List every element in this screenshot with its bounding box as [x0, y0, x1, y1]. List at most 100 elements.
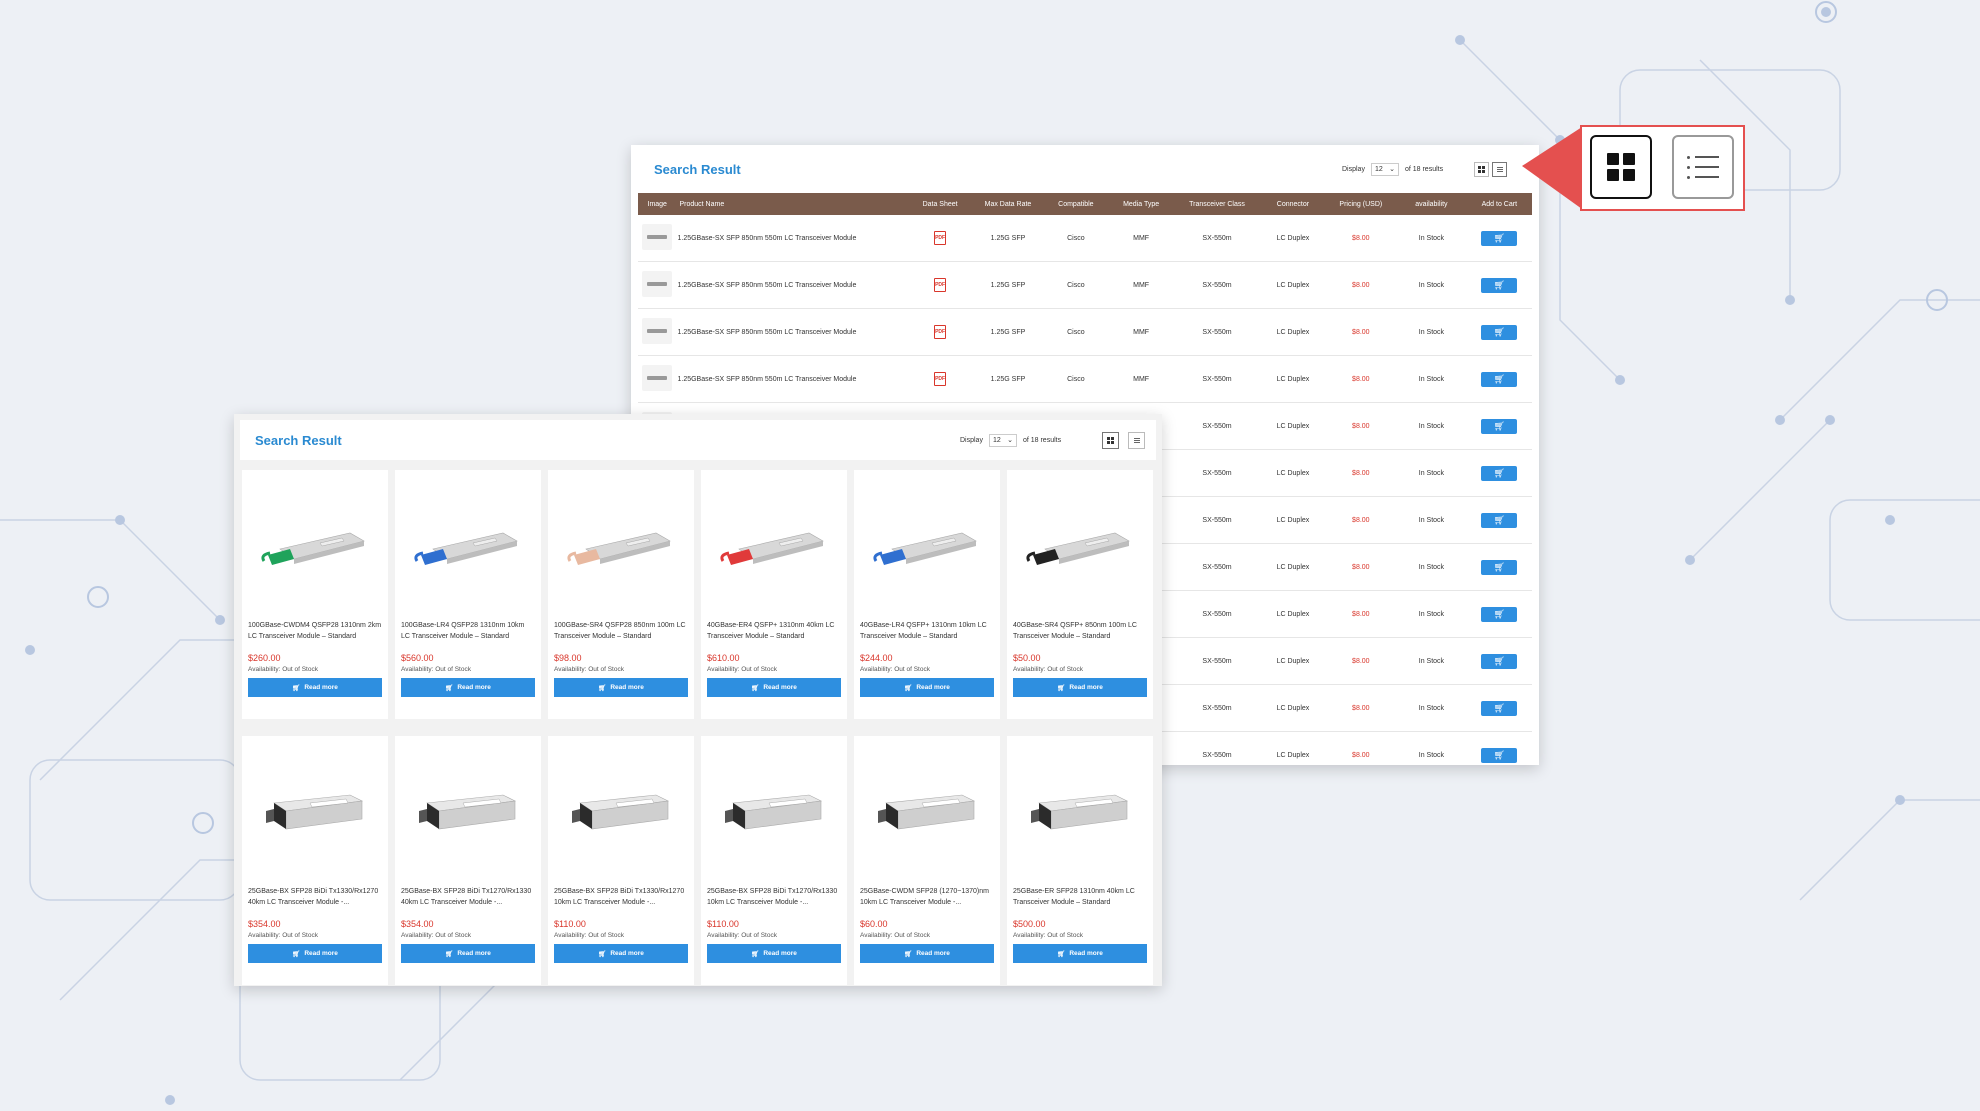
read-more-button[interactable]: 🛒︎ Read more — [707, 944, 841, 963]
table-header-row: Image Product Name Data Sheet Max Data Rate… — [638, 193, 1532, 215]
product-thumbnail-cell — [638, 355, 677, 403]
read-more-button[interactable]: 🛒︎ Read more — [248, 944, 382, 963]
product-price: $110.00 — [707, 919, 739, 929]
read-more-button[interactable]: 🛒︎ Read more — [554, 944, 688, 963]
connector: LC Duplex — [1260, 215, 1326, 262]
product-name[interactable]: 1.25GBase-SX SFP 850nm 550m LC Transceiv… — [676, 355, 908, 403]
product-image[interactable] — [1007, 736, 1153, 886]
product-name[interactable]: 25GBase-BX SFP28 BiDi Tx1330/Rx1270 10km… — [548, 886, 694, 914]
product-image[interactable] — [395, 470, 541, 620]
add-to-cart-button[interactable]: 🛒︎ — [1481, 700, 1518, 716]
product-card[interactable]: 100GBase-LR4 QSFP28 1310nm 10km LC Trans… — [395, 470, 541, 719]
product-image[interactable] — [854, 736, 1000, 886]
product-card[interactable]: 100GBase-SR4 QSFP28 850nm 100m LC Transc… — [548, 470, 694, 719]
cart-icon: 🛒︎ — [751, 950, 760, 958]
add-to-cart-button[interactable]: 🛒︎ — [1481, 371, 1518, 387]
pdf-icon[interactable]: PDF — [934, 372, 947, 386]
connector: LC Duplex — [1260, 308, 1326, 356]
product-name[interactable]: 25GBase-CWDM SFP28 (1270~1370)nm 10km LC… — [854, 886, 1000, 914]
product-thumbnail-cell — [638, 308, 677, 356]
add-to-cart-button[interactable]: 🛒︎ — [1481, 747, 1518, 763]
product-name[interactable]: 100GBase-CWDM4 QSFP28 1310nm 2km LC Tran… — [242, 620, 388, 648]
list-view-button[interactable] — [1128, 431, 1145, 449]
product-image[interactable] — [242, 736, 388, 886]
product-card[interactable]: 25GBase-BX SFP28 BiDi Tx1330/Rx1270 10km… — [548, 736, 694, 985]
read-more-button[interactable]: 🛒︎ Read more — [554, 678, 688, 697]
add-to-cart-button[interactable]: 🛒︎ — [1481, 653, 1518, 669]
product-image[interactable] — [1007, 470, 1153, 620]
availability: In Stock — [1396, 215, 1467, 262]
read-more-button[interactable]: 🛒︎ Read more — [860, 944, 994, 963]
product-availability: Availability: Out of Stock — [554, 666, 624, 673]
product-card[interactable]: 25GBase-BX SFP28 BiDi Tx1270/Rx1330 40km… — [395, 736, 541, 985]
product-card[interactable]: 40GBase-LR4 QSFP+ 1310nm 10km LC Transce… — [854, 470, 1000, 719]
add-to-cart-button[interactable]: 🛒︎ — [1481, 512, 1518, 528]
add-to-cart-button[interactable]: 🛒︎ — [1481, 559, 1518, 575]
product-image[interactable] — [701, 470, 847, 620]
read-more-button[interactable]: 🛒︎ Read more — [1013, 678, 1147, 697]
add-to-cart-cell: 🛒︎ — [1466, 590, 1532, 638]
product-card[interactable]: 100GBase-CWDM4 QSFP28 1310nm 2km LC Tran… — [242, 470, 388, 719]
pdf-icon[interactable]: PDF — [934, 231, 947, 245]
pdf-icon[interactable]: PDF — [934, 278, 947, 292]
cart-icon: 🛒︎ — [1493, 749, 1506, 760]
product-image[interactable] — [548, 736, 694, 886]
product-name[interactable]: 100GBase-LR4 QSFP28 1310nm 10km LC Trans… — [395, 620, 541, 648]
grid-view-icon — [1478, 165, 1485, 173]
read-more-button[interactable]: 🛒︎ Read more — [248, 678, 382, 697]
product-card[interactable]: 40GBase-ER4 QSFP+ 1310nm 40km LC Transce… — [701, 470, 847, 719]
product-image[interactable] — [854, 470, 1000, 620]
product-card[interactable]: 40GBase-SR4 QSFP+ 850nm 100m LC Transcei… — [1007, 470, 1153, 719]
grid-view-large-button[interactable] — [1590, 135, 1652, 199]
price: $8.00 — [1325, 308, 1397, 356]
product-name[interactable]: 1.25GBase-SX SFP 850nm 550m LC Transceiv… — [676, 308, 908, 356]
product-thumbnail[interactable] — [642, 318, 673, 344]
pdf-icon[interactable]: PDF — [934, 325, 947, 339]
product-thumbnail[interactable] — [642, 365, 673, 391]
display-count-select[interactable]: 12 ⌄ — [1370, 162, 1399, 176]
product-name[interactable]: 100GBase-SR4 QSFP28 850nm 100m LC Transc… — [548, 620, 694, 648]
product-name[interactable]: 40GBase-ER4 QSFP+ 1310nm 40km LC Transce… — [701, 620, 847, 648]
read-more-button[interactable]: 🛒︎ Read more — [401, 678, 535, 697]
product-name[interactable]: 1.25GBase-SX SFP 850nm 550m LC Transceiv… — [676, 261, 908, 309]
product-name[interactable]: 1.25GBase-SX SFP 850nm 550m LC Transceiv… — [676, 215, 908, 262]
read-more-button[interactable]: 🛒︎ Read more — [860, 678, 994, 697]
add-to-cart-button[interactable]: 🛒︎ — [1481, 324, 1518, 340]
product-image[interactable] — [395, 736, 541, 886]
product-card[interactable]: 25GBase-BX SFP28 BiDi Tx1270/Rx1330 10km… — [701, 736, 847, 985]
grid-view-button[interactable] — [1474, 161, 1489, 177]
view-toggle-callout — [1580, 125, 1745, 211]
read-more-label: Read more — [457, 950, 491, 957]
list-view-button[interactable] — [1492, 161, 1507, 177]
price: $8.00 — [1325, 496, 1397, 544]
product-image[interactable] — [701, 736, 847, 886]
add-to-cart-button[interactable]: 🛒︎ — [1481, 606, 1518, 622]
product-name[interactable]: 25GBase-BX SFP28 BiDi Tx1270/Rx1330 40km… — [395, 886, 541, 914]
read-more-button[interactable]: 🛒︎ Read more — [401, 944, 535, 963]
product-image[interactable] — [242, 470, 388, 620]
list-view-large-button[interactable] — [1672, 135, 1734, 199]
product-image[interactable] — [548, 470, 694, 620]
product-card[interactable]: 25GBase-ER SFP28 1310nm 40km LC Transcei… — [1007, 736, 1153, 985]
read-more-button[interactable]: 🛒︎ Read more — [707, 678, 841, 697]
product-name[interactable]: 40GBase-SR4 QSFP+ 850nm 100m LC Transcei… — [1007, 620, 1153, 648]
product-card[interactable]: 25GBase-CWDM SFP28 (1270~1370)nm 10km LC… — [854, 736, 1000, 985]
product-name[interactable]: 40GBase-LR4 QSFP+ 1310nm 10km LC Transce… — [854, 620, 1000, 648]
table-row: 1.25GBase-SX SFP 850nm 550m LC Transceiv… — [638, 261, 1532, 309]
product-name[interactable]: 25GBase-BX SFP28 BiDi Tx1330/Rx1270 40km… — [242, 886, 388, 914]
product-thumbnail[interactable] — [642, 271, 673, 297]
add-to-cart-button[interactable]: 🛒︎ — [1481, 418, 1518, 434]
connector: LC Duplex — [1260, 261, 1326, 309]
product-name[interactable]: 25GBase-ER SFP28 1310nm 40km LC Transcei… — [1007, 886, 1153, 914]
product-card[interactable]: 25GBase-BX SFP28 BiDi Tx1330/Rx1270 40km… — [242, 736, 388, 985]
display-count-select[interactable]: 12 ⌄ — [988, 433, 1017, 447]
product-thumbnail[interactable] — [642, 224, 673, 250]
add-to-cart-button[interactable]: 🛒︎ — [1481, 230, 1518, 246]
product-name[interactable]: 25GBase-BX SFP28 BiDi Tx1270/Rx1330 10km… — [701, 886, 847, 914]
add-to-cart-button[interactable]: 🛒︎ — [1481, 277, 1518, 293]
grid-view-button[interactable] — [1102, 431, 1119, 449]
add-to-cart-button[interactable]: 🛒︎ — [1481, 465, 1518, 481]
page-title: Search Result — [654, 161, 741, 177]
read-more-button[interactable]: 🛒︎ Read more — [1013, 944, 1147, 963]
read-more-label: Read more — [1069, 950, 1103, 957]
